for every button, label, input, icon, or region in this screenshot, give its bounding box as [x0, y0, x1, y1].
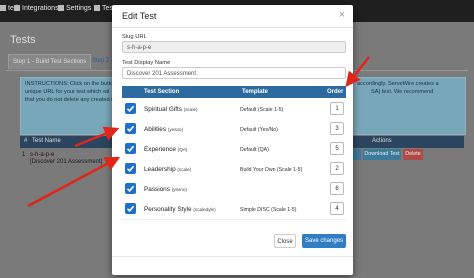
section-type: (scaledyle) [193, 207, 216, 212]
section-name: Spiritual Gifts (scale) [144, 106, 198, 113]
order-input[interactable]: 5 [330, 142, 344, 155]
instructions-line-right-1: accordingly. ServeWire creates a [357, 81, 439, 87]
order-input[interactable]: 2 [330, 162, 344, 175]
section-template: Build Your Own (Scale 1-5) [240, 167, 303, 173]
section-type: (scale) [177, 167, 192, 172]
checkmark-icon [126, 185, 135, 192]
section-name-text: Passions [144, 186, 170, 193]
section-row: Personality Style (scaledyle) Simple DISC… [122, 199, 346, 220]
section-name: Leadership (scale) [144, 166, 191, 173]
row-slug: s-h-a-p-e [30, 152, 55, 158]
col-test-name: Test Name [32, 138, 61, 144]
section-checkbox[interactable] [125, 203, 136, 214]
col-number: # [24, 138, 28, 144]
col-template: Template [242, 89, 268, 95]
section-checkbox[interactable] [125, 143, 136, 154]
slug-url-label: Slug URL [122, 34, 147, 40]
section-template: Default (Yes/No) [240, 127, 278, 133]
checkmark-icon [126, 205, 135, 212]
instructions-line-3: that you do not delete any created test … [25, 97, 124, 103]
display-name-field[interactable]: Discover 201 Assessment [122, 67, 346, 79]
sections-table-header: Test Section Template Order [122, 86, 346, 98]
section-name-text: Leadership [144, 166, 176, 173]
section-name-text: Personality Style [144, 206, 192, 213]
order-input[interactable]: 3 [330, 122, 344, 135]
section-type: (scale) [183, 107, 198, 112]
modal-title: Edit Test [122, 11, 157, 21]
section-row: Abilities (yesno) Default (Yes/No) 3 [122, 119, 346, 140]
section-template: Default (QA) [240, 147, 269, 153]
section-type: (yesno) [167, 127, 184, 132]
instructions-line-right-2: SA) test. We recommend [371, 89, 434, 95]
checkmark-icon [126, 145, 135, 152]
section-checkbox[interactable] [125, 183, 136, 194]
plug-icon [14, 5, 20, 11]
list-icon [94, 5, 100, 11]
tab-step-1[interactable]: Step 1 - Build Test Sections [8, 54, 92, 69]
section-name-text: Abilities [144, 126, 167, 133]
col-test-section: Test Section [144, 89, 180, 95]
nav-item-integrations[interactable]: Integrations [14, 5, 59, 12]
section-name: Abilities (yesno) [144, 126, 183, 133]
close-button[interactable]: Close [274, 234, 296, 248]
order-input[interactable]: 6 [330, 182, 344, 195]
section-name-text: Experience [144, 146, 176, 153]
section-row: Passions (yesno) 6 [122, 179, 346, 200]
gear-icon [58, 5, 64, 11]
row-number: 1 [22, 152, 26, 158]
users-icon [0, 5, 6, 11]
checkmark-icon [126, 105, 135, 112]
edit-test-modal: Edit Test × Slug URL s-h-a-p-e Test Disp… [112, 5, 353, 275]
section-checkbox[interactable] [125, 103, 136, 114]
section-name: Personality Style (scaledyle) [144, 206, 216, 213]
section-name-text: Spiritual Gifts [144, 106, 183, 113]
section-name: Experience (QA) [144, 146, 187, 153]
checkmark-icon [126, 125, 135, 132]
page-title: Tests [10, 34, 36, 46]
section-row: Experience (QA) Default (QA) 5 [122, 139, 346, 160]
close-icon[interactable]: × [339, 9, 345, 21]
order-input[interactable]: 4 [330, 202, 344, 215]
section-template: Simple DISC (Scale 1-5) [240, 207, 297, 213]
instructions-line-2: unique URL for your test which wil [25, 89, 110, 95]
download-test-button[interactable]: Download Test [363, 149, 401, 160]
checkmark-icon [126, 165, 135, 172]
order-input[interactable]: 1 [330, 102, 344, 115]
display-name-label: Test Display Name [122, 60, 171, 66]
section-row: Spiritual Gifts (scale) Default (Scale 1-… [122, 99, 346, 120]
instructions-line-1: INSTRUCTIONS: Click on the butto [25, 81, 114, 87]
section-type: (QA) [177, 147, 188, 152]
edit-test-button[interactable] [353, 149, 361, 160]
col-order: Order [327, 89, 344, 95]
section-name: Passions (yesno) [144, 186, 187, 193]
modal-footer: Close Save changes [112, 234, 353, 276]
slug-url-field[interactable]: s-h-a-p-e [122, 41, 346, 53]
delete-test-button[interactable]: Delete [403, 149, 423, 160]
row-test-name: [Discover 201 Assessment] [30, 159, 103, 165]
section-template: Default (Scale 1-5) [240, 107, 284, 113]
modal-header: Edit Test × [112, 5, 353, 28]
col-actions: Actions [372, 138, 392, 144]
section-row: Leadership (scale) Build Your Own (Scale … [122, 159, 346, 180]
section-checkbox[interactable] [125, 163, 136, 174]
nav-item-settings[interactable]: Settings [58, 5, 91, 12]
section-checkbox[interactable] [125, 123, 136, 134]
save-changes-button[interactable]: Save changes [302, 234, 346, 248]
section-type: (yesno) [171, 187, 188, 192]
